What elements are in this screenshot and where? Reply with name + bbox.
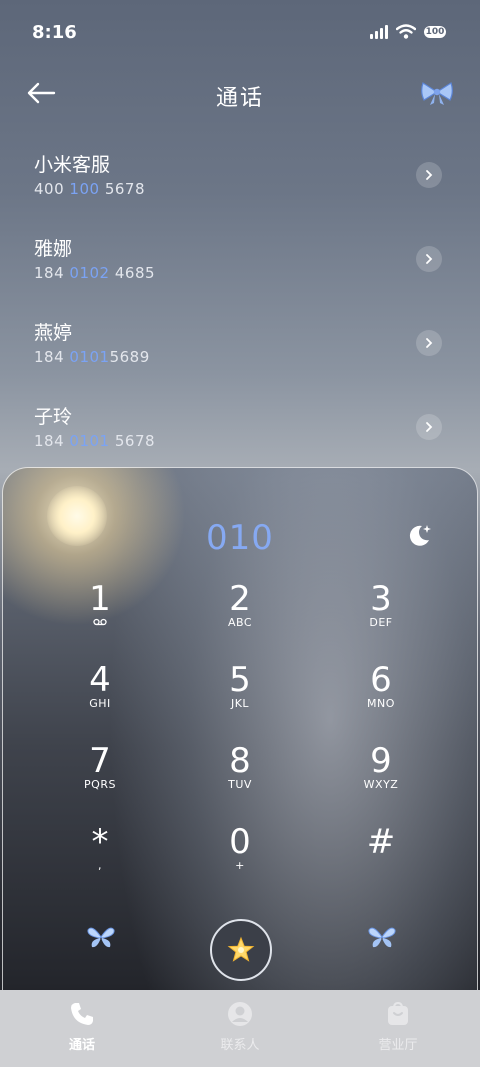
battery-icon: 100 [424, 25, 446, 38]
key-star[interactable]: *, [50, 823, 150, 897]
key-0[interactable]: 0 + [190, 823, 290, 897]
list-item[interactable]: 燕婷 184 01015689 [0, 310, 480, 394]
key-9[interactable]: 9 WXYZ [331, 742, 431, 816]
contact-list: 小米客服 400 100 5678 雅娜 184 0102 4685 燕婷 18… [0, 142, 480, 478]
list-item[interactable]: 子玲 184 0101 5678 [0, 394, 480, 478]
star-icon [227, 936, 255, 962]
key-5[interactable]: 5 JKL [190, 661, 290, 735]
chevron-right-icon[interactable] [416, 330, 442, 356]
shop-bag-icon [388, 1001, 408, 1025]
phone-screen: 8:16 100 通话 小米客服 400 100 5678 雅娜 184 010… [0, 0, 480, 1067]
chevron-right-icon[interactable] [416, 414, 442, 440]
contact-name: 雅娜 [34, 238, 73, 260]
chevron-right-icon[interactable] [416, 246, 442, 272]
status-bar: 8:16 100 [0, 0, 480, 66]
dial-input-display[interactable]: 010 [3, 518, 477, 558]
contact-number: 184 0102 4685 [34, 264, 156, 282]
voicemail-icon [50, 616, 150, 629]
butterfly-icon[interactable] [367, 924, 397, 950]
header: 通话 [0, 70, 480, 120]
list-item[interactable]: 雅娜 184 0102 4685 [0, 226, 480, 310]
tab-calls[interactable]: 通话 [22, 1000, 142, 1053]
signal-icon [370, 24, 388, 39]
call-button[interactable] [210, 919, 272, 981]
contact-name: 子玲 [34, 406, 73, 428]
bow-icon[interactable] [420, 80, 454, 106]
dialpad-panel: 010 1 2 ABC 3 DEF 4 GHI 5 JKL 6 MNO 7 PQRS 8 TU… [2, 467, 478, 1067]
key-6[interactable]: 6 MNO [331, 661, 431, 735]
key-8[interactable]: 8 TUV [190, 742, 290, 816]
chevron-right-icon[interactable] [416, 162, 442, 188]
wifi-icon [396, 24, 416, 39]
phone-icon [71, 1003, 93, 1025]
key-7[interactable]: 7 PQRS [50, 742, 150, 816]
tab-contacts[interactable]: 联系人 [180, 1000, 300, 1053]
key-1[interactable]: 1 [50, 580, 150, 654]
contact-number: 184 0101 5678 [34, 432, 156, 450]
bottom-tab-bar: 通话 联系人 营业厅 [0, 990, 480, 1067]
status-time: 8:16 [32, 22, 77, 43]
contact-number: 400 100 5678 [34, 180, 145, 198]
butterfly-icon[interactable] [86, 924, 116, 950]
contact-name: 小米客服 [34, 154, 111, 176]
person-icon [228, 1002, 252, 1026]
key-2[interactable]: 2 ABC [190, 580, 290, 654]
key-4[interactable]: 4 GHI [50, 661, 150, 735]
key-hash[interactable]: # [331, 823, 431, 897]
list-item[interactable]: 小米客服 400 100 5678 [0, 142, 480, 226]
contact-name: 燕婷 [34, 322, 73, 344]
page-title: 通话 [215, 86, 264, 111]
key-3[interactable]: 3 DEF [331, 580, 431, 654]
tab-service-hall[interactable]: 营业厅 [338, 1000, 458, 1053]
moon-icon[interactable] [407, 522, 433, 548]
status-icons: 100 [370, 24, 446, 39]
contact-number: 184 01015689 [34, 348, 150, 366]
